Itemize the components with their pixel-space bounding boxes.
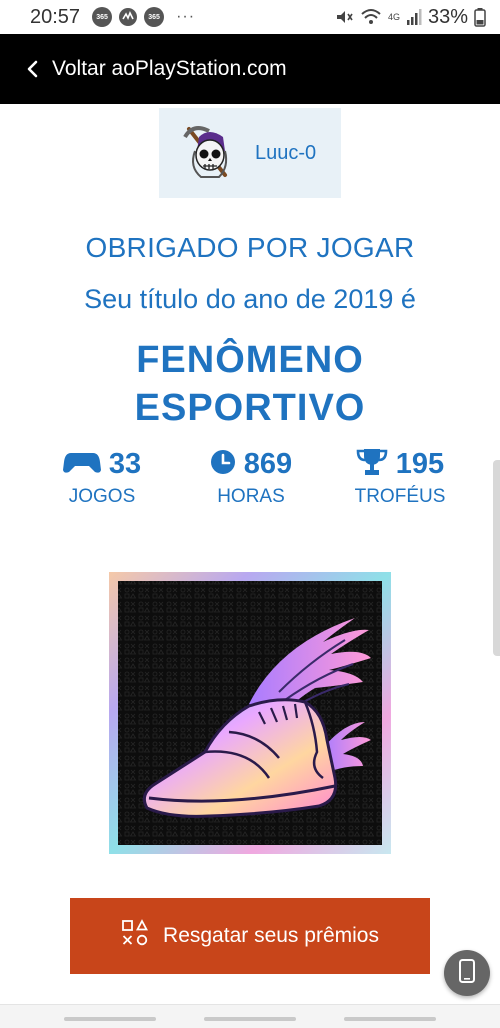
system-navigation-bar [0,1004,500,1028]
battery-icon [474,7,486,27]
status-bar: 20:57 365 365 ··· 4G 33% [0,0,500,34]
games-label: JOGOS [68,486,136,507]
back-to-playstation-bar[interactable]: Voltar aoPlayStation.com [0,34,500,104]
redeem-rewards-button[interactable]: Resgatar seus prêmios [70,898,430,974]
hours-count: 869 [243,447,293,480]
award-title-line-1: FENÔMENO [136,339,364,381]
games-count: 33 [108,447,142,480]
status-time: 20:57 [30,5,81,28]
stat-trophies: 195 TROFÉUS [344,446,456,508]
trophy-icon [356,448,388,481]
gamepad-icon [62,450,101,479]
winged-sneaker-artwork [109,572,391,854]
stat-hours: 869 HORAS [196,446,306,508]
app-badge-icon-2: 365 [144,7,165,27]
edge-panel-handle[interactable] [493,460,500,656]
more-notifications-icon: ··· [176,8,196,25]
clock-icon [210,449,236,480]
status-left: 20:57 365 365 ··· [30,6,195,29]
back-link-label[interactable]: Voltar aoPlayStation.com [52,57,287,81]
stats-row: 33 JOGOS 869 HORAS 195 TROFÉUS [0,446,500,516]
thanks-heading: OBRIGADO POR JOGAR [85,232,415,263]
username: Luuc-0 [255,141,317,164]
trophies-label: TROFÉUS [354,486,446,507]
status-right: 4G 33% [334,6,486,29]
stat-trophies-row: 195 [344,446,456,482]
network-type-label: 4G [387,12,400,22]
nav-recent-segment[interactable] [64,1017,156,1021]
redeem-rewards-label[interactable]: Resgatar seus prêmios [163,924,379,948]
app-badge-icon: 365 [92,7,113,27]
battery-level: 33% [427,5,468,28]
award-title-line-2: ESPORTIVO [134,387,366,429]
trophies-count: 195 [395,447,445,480]
profile-card: Luuc-0 [159,108,341,198]
chevron-left-icon [26,59,40,79]
floating-phone-button[interactable] [444,950,490,996]
network-type-icon: 4G [388,12,400,22]
stat-games-row: 33 [52,446,152,482]
nav-home-segment[interactable] [204,1017,296,1021]
award-title: FENÔMENO ESPORTIVO [0,336,500,432]
mute-icon [334,7,354,27]
signal-icon [406,8,422,26]
nav-back-segment[interactable] [344,1017,436,1021]
hours-label: HORAS [217,486,285,507]
playstation-shapes-icon [121,919,149,953]
stat-hours-row: 869 [196,446,306,482]
stat-games: 33 JOGOS [52,446,152,508]
phone-icon [458,958,476,988]
fitness-icon [118,7,138,27]
wifi-icon [360,7,382,27]
title-intro: Seu título do ano de 2019 é [84,284,416,314]
reaper-avatar-icon [179,121,239,185]
